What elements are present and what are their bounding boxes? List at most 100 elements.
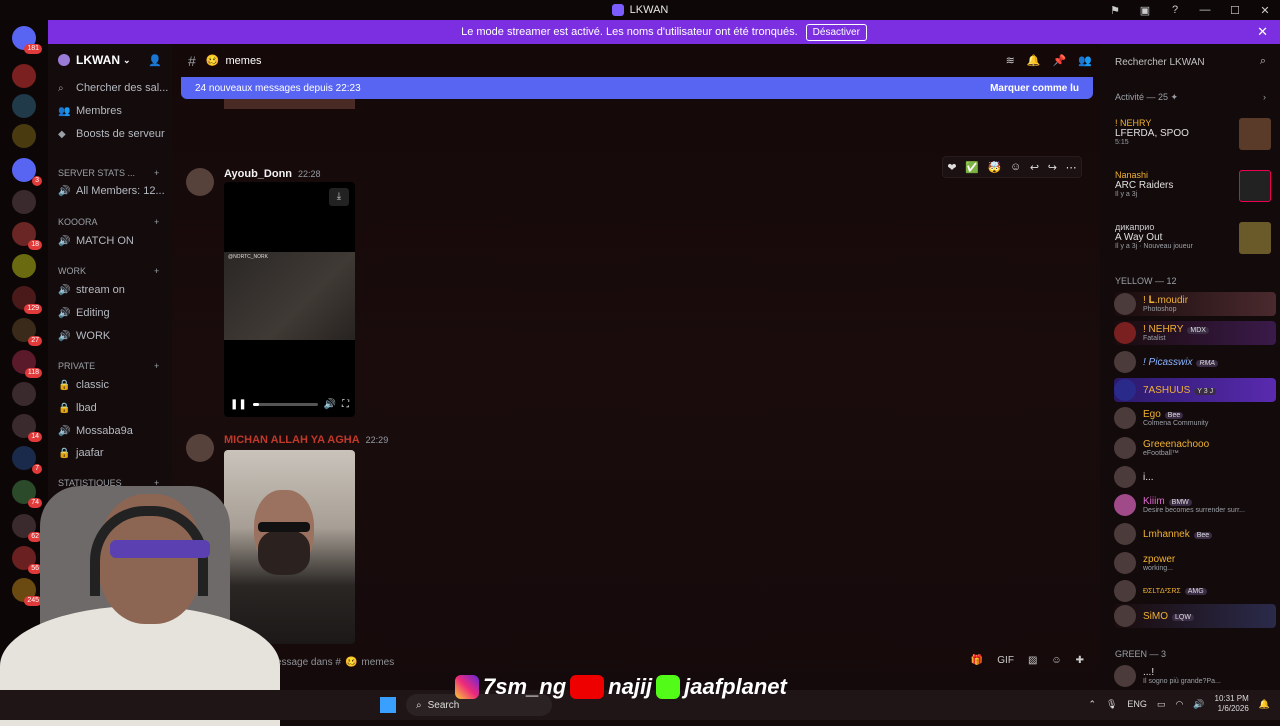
mic-icon[interactable]: 🎙 bbox=[1106, 699, 1117, 710]
server-icon[interactable]: 18 bbox=[12, 222, 42, 250]
maximize-button[interactable]: ☐ bbox=[1220, 4, 1250, 17]
category-server-stats[interactable]: SERVER STATS ... + bbox=[58, 168, 159, 178]
server-icon[interactable] bbox=[12, 64, 36, 88]
server-lkwan-icon[interactable]: 3 bbox=[12, 158, 42, 186]
wifi-icon[interactable]: ◠ bbox=[1175, 699, 1183, 710]
member-item[interactable]: Greeenachooo eFootball™ bbox=[1114, 436, 1276, 460]
channel-lbad[interactable]: 🔒 lbad bbox=[58, 402, 97, 414]
add-channel-icon[interactable]: + bbox=[154, 168, 159, 178]
activity-item[interactable]: ! NEHRY LFERDA, SPOO 5:15 bbox=[1115, 118, 1275, 150]
member-item[interactable]: ! NEHRY MDX Fatalist bbox=[1114, 321, 1276, 345]
server-icon[interactable] bbox=[12, 124, 36, 148]
activity-item[interactable]: Nanashi ARC Raiders Il y a 3j bbox=[1115, 170, 1275, 202]
monitor-icon[interactable]: ▭ bbox=[1157, 699, 1166, 710]
previous-media[interactable] bbox=[224, 99, 355, 109]
channel-stream-on[interactable]: 🔊 stream on bbox=[58, 284, 125, 296]
add-channel-icon[interactable]: + bbox=[154, 266, 159, 276]
channel-classic[interactable]: 🔒 classic bbox=[58, 379, 109, 391]
forward-icon[interactable]: ↪ bbox=[1048, 161, 1057, 174]
invite-icon[interactable]: 👤 bbox=[148, 54, 162, 67]
notifications-icon[interactable]: 🔔 bbox=[1259, 699, 1270, 710]
gif-icon[interactable]: GIF bbox=[997, 655, 1014, 666]
server-icon[interactable]: 27 bbox=[12, 318, 42, 346]
server-icon[interactable] bbox=[12, 190, 36, 214]
message-author[interactable]: MICHAN ALLAH YA AGHA 22:29 bbox=[224, 434, 388, 446]
add-channel-icon[interactable]: + bbox=[154, 361, 159, 371]
clock[interactable]: 10:31 PM 1/6/2026 bbox=[1215, 694, 1249, 714]
member-item[interactable]: zpower working... bbox=[1114, 551, 1276, 575]
sticker-icon[interactable]: ▨ bbox=[1028, 655, 1037, 666]
member-item[interactable]: 7ASHUUS Y 3 J bbox=[1114, 378, 1276, 402]
language-indicator[interactable]: ENG bbox=[1127, 699, 1147, 709]
help-icon[interactable]: ? bbox=[1160, 4, 1190, 16]
home-server-icon[interactable]: 181 bbox=[12, 26, 42, 54]
browse-channels-item[interactable]: ⌕ Chercher des sal... bbox=[58, 82, 168, 94]
member-item[interactable]: Kiiim BMW Desire becomes surrender surr... bbox=[1114, 493, 1276, 517]
pause-icon[interactable]: ❚❚ bbox=[230, 399, 247, 410]
server-boosts-item[interactable]: ◆ Boosts de serveur bbox=[58, 128, 165, 140]
video-progress-bar[interactable] bbox=[252, 402, 318, 406]
gift-icon[interactable]: 🎁 bbox=[971, 655, 983, 666]
heart-reaction-icon[interactable]: ❤ bbox=[947, 161, 956, 174]
server-icon[interactable]: 14 bbox=[12, 414, 42, 442]
channel-jaafar[interactable]: 🔒 jaafar bbox=[58, 447, 104, 459]
minimize-button[interactable]: — bbox=[1190, 4, 1220, 16]
fullscreen-icon[interactable]: ⛶ bbox=[342, 399, 349, 410]
member-item[interactable]: Lmhannek Bee bbox=[1114, 522, 1276, 546]
member-item[interactable]: SiMO LQW bbox=[1114, 604, 1276, 628]
new-messages-bar[interactable]: 24 nouveaux messages depuis 22:23 Marque… bbox=[181, 77, 1093, 99]
member-item[interactable]: ! Picasswix RMA bbox=[1114, 350, 1276, 374]
video-player[interactable]: ⤓ @NORTC_NORK ❚❚ 🔊 ⛶ bbox=[224, 182, 355, 417]
volume-icon[interactable]: 🔊 bbox=[1193, 699, 1204, 710]
channel-work[interactable]: 🔊 WORK bbox=[58, 330, 110, 342]
apps-icon[interactable]: ✚ bbox=[1076, 655, 1084, 666]
more-icon[interactable]: ⋯ bbox=[1066, 161, 1077, 174]
channel-all-members[interactable]: 🔊 All Members: 12... bbox=[58, 185, 165, 197]
emoji-picker-icon[interactable]: ☺ bbox=[1051, 655, 1061, 666]
add-reaction-icon[interactable]: ☺ bbox=[1010, 161, 1021, 173]
disable-streamer-mode-button[interactable]: Désactiver bbox=[805, 23, 867, 41]
channel-match-on[interactable]: 🔊 MATCH ON bbox=[58, 235, 134, 247]
avatar[interactable] bbox=[186, 168, 214, 196]
category-work[interactable]: work + bbox=[58, 266, 159, 276]
threads-icon[interactable]: ≋ bbox=[1006, 54, 1015, 67]
server-icon[interactable]: 118 bbox=[12, 350, 42, 378]
close-button[interactable]: ✕ bbox=[1250, 4, 1280, 17]
member-item[interactable]: ...! Il sogno più grande?Pa... bbox=[1114, 664, 1276, 688]
monitor-icon[interactable]: ▣ bbox=[1130, 4, 1160, 17]
windows-start-icon[interactable] bbox=[380, 697, 396, 713]
server-icon[interactable]: 129 bbox=[12, 286, 42, 314]
mark-as-read-button[interactable]: Marquer comme lu bbox=[990, 83, 1079, 94]
member-item[interactable]: ĐΣLTΔ²ΣRΣ AMG bbox=[1114, 579, 1276, 603]
member-item[interactable]: Ego Bee Colmena Community bbox=[1114, 406, 1276, 430]
search-input[interactable]: Rechercher LKWAN ⌕ bbox=[1108, 52, 1272, 72]
emoji-reaction-icon[interactable]: 🤯 bbox=[988, 161, 1002, 174]
guild-header[interactable]: LKWAN ⌄ 👤 bbox=[48, 44, 172, 76]
member-item[interactable]: i... bbox=[1114, 465, 1276, 489]
member-item[interactable]: ! 𝐋.moudir Photoshop bbox=[1114, 292, 1276, 316]
download-icon[interactable]: ⤓ bbox=[329, 188, 349, 206]
channel-editing[interactable]: 🔊 Editing bbox=[58, 307, 110, 319]
avatar[interactable] bbox=[186, 434, 214, 462]
server-icon[interactable]: 7 bbox=[12, 446, 42, 474]
channel-mossaba9a[interactable]: 🔊 Mossaba9a bbox=[58, 425, 133, 437]
check-reaction-icon[interactable]: ✅ bbox=[965, 161, 979, 174]
server-icon[interactable] bbox=[12, 94, 36, 118]
activity-header[interactable]: Activité — 25 ✦ › bbox=[1115, 92, 1266, 103]
reply-icon[interactable]: ↩ bbox=[1030, 161, 1039, 174]
server-icon[interactable] bbox=[12, 382, 36, 406]
chevron-up-icon[interactable]: ⌃ bbox=[1088, 699, 1096, 710]
inbox-icon[interactable]: ⚑ bbox=[1100, 4, 1130, 17]
category-kooora[interactable]: KOOORA + bbox=[58, 217, 159, 227]
category-private[interactable]: PRIVATE + bbox=[58, 361, 159, 371]
close-banner-icon[interactable]: ✕ bbox=[1257, 24, 1268, 40]
member-list-icon[interactable]: 👥 bbox=[1078, 54, 1092, 67]
pin-icon[interactable]: 📌 bbox=[1053, 54, 1067, 67]
members-item[interactable]: 👥 Membres bbox=[58, 105, 122, 117]
message-author[interactable]: Ayoub_Donn 22:28 bbox=[224, 168, 321, 180]
bell-icon[interactable]: 🔔 bbox=[1027, 54, 1041, 67]
server-icon[interactable] bbox=[12, 254, 36, 278]
activity-item[interactable]: дикаприо A Way Out Il y a 3j · Nouveau j… bbox=[1115, 222, 1275, 254]
add-channel-icon[interactable]: + bbox=[154, 217, 159, 227]
volume-icon[interactable]: 🔊 bbox=[324, 399, 336, 410]
